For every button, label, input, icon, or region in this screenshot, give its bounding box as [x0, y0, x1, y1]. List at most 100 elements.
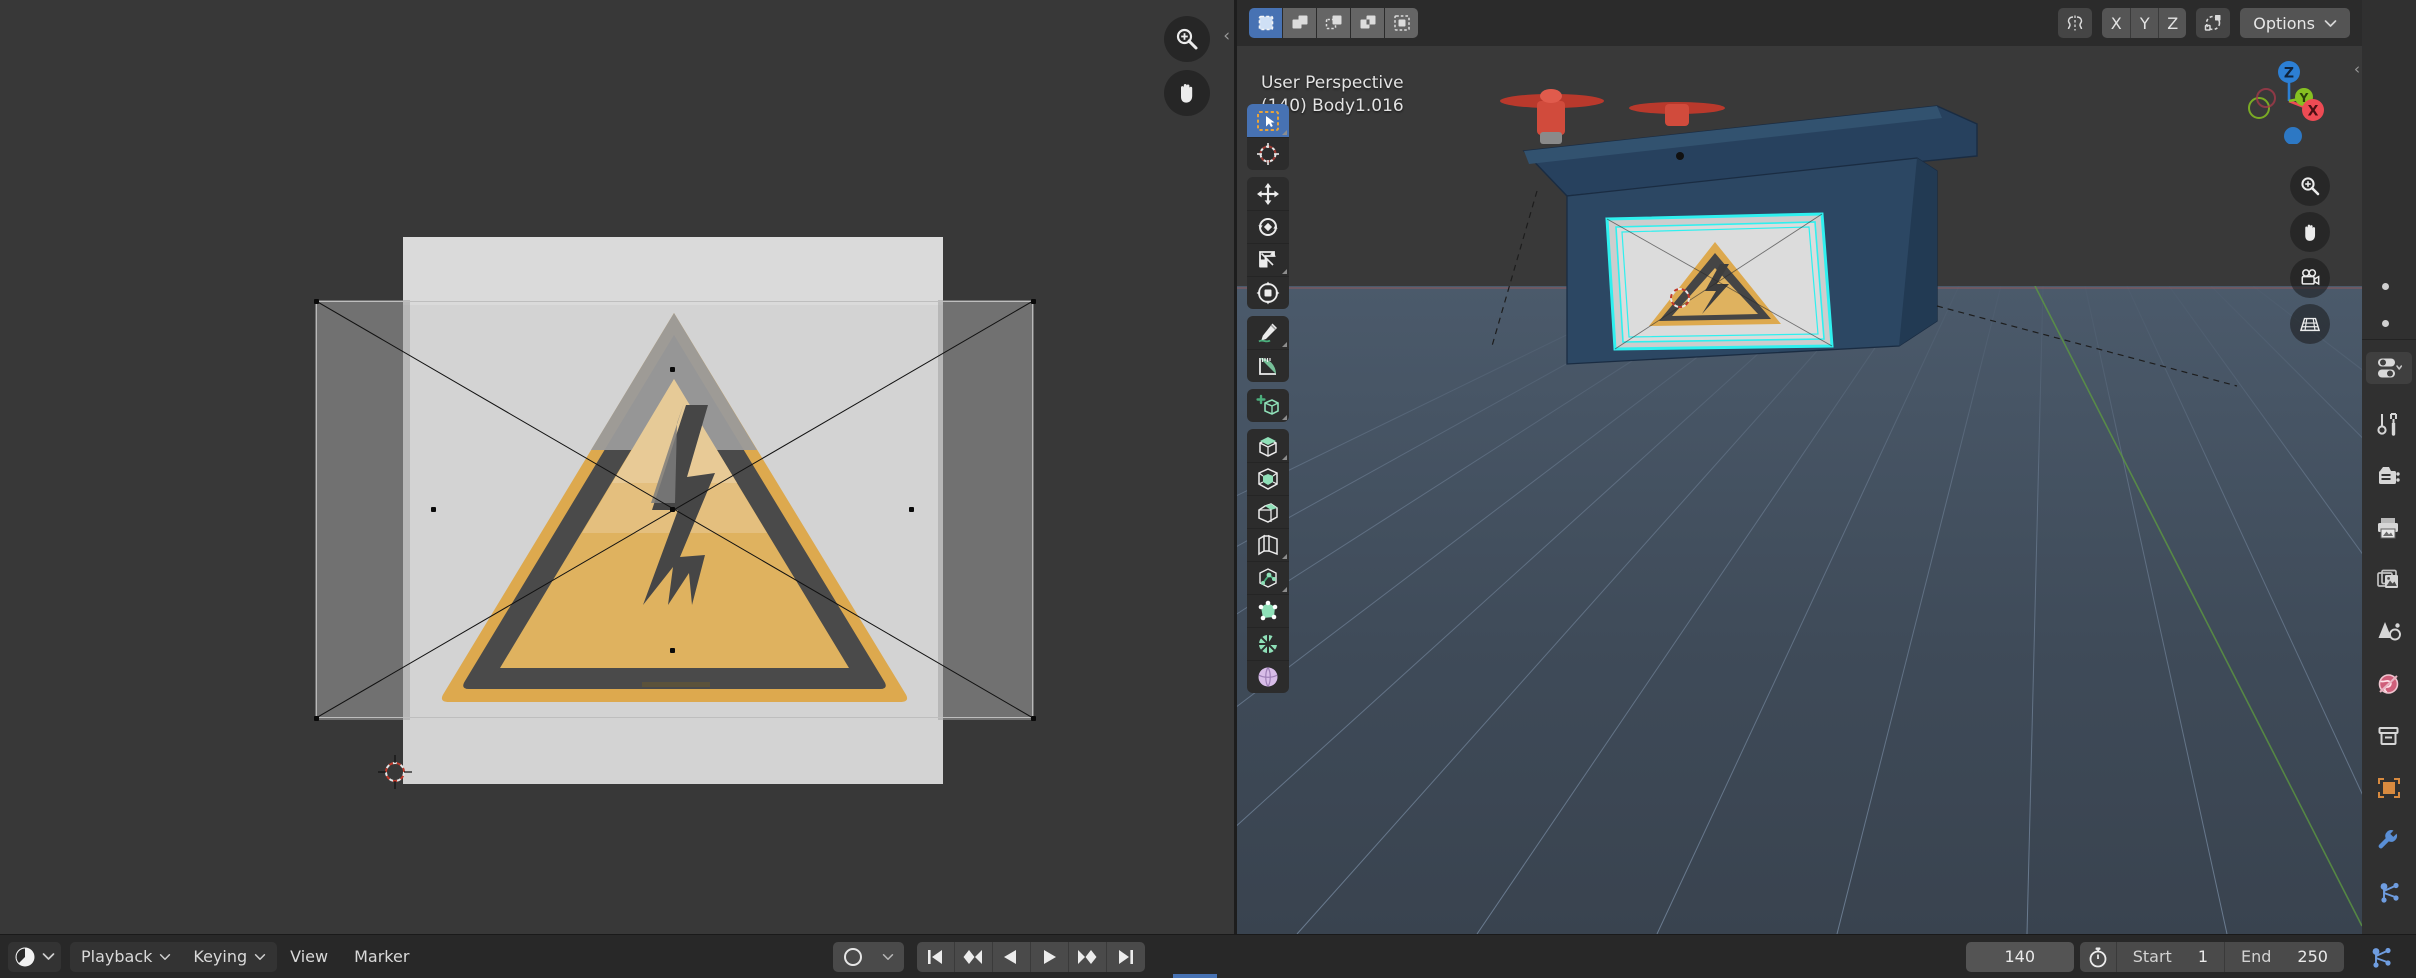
viewport-pan-icon[interactable]: [2290, 212, 2330, 252]
jump-start-icon[interactable]: [917, 941, 955, 972]
navigation-gizmo[interactable]: Z Y X: [2246, 58, 2332, 144]
timeline-clock-icon: [15, 947, 35, 966]
next-keyframe-icon[interactable]: [1069, 941, 1107, 972]
timeline-menu-view[interactable]: View: [277, 947, 341, 966]
uv-collapse-arrow-icon[interactable]: ‹: [1223, 28, 1230, 45]
tool-annotate[interactable]: [1247, 316, 1289, 349]
uv-midpoint[interactable]: [909, 507, 914, 512]
tool-add-cube[interactable]: [1247, 389, 1289, 422]
selected-mesh-object[interactable]: [1237, 46, 2362, 694]
mirror-axis-y[interactable]: Y: [2130, 8, 2159, 38]
viewport-scene[interactable]: User Perspective (140) Body1.016 Z Y X ‹: [1237, 46, 2362, 934]
timeline-menu-group: Playback Keying: [70, 941, 278, 972]
tool-cursor[interactable]: [1247, 137, 1289, 170]
tool-select-box[interactable]: [1247, 104, 1289, 137]
timeline-menu-playback-label: Playback: [81, 947, 153, 966]
properties-outliner-area[interactable]: [2362, 0, 2416, 340]
uv-vertex[interactable]: [1031, 299, 1036, 304]
uv-midpoint[interactable]: [670, 648, 675, 653]
tool-spin[interactable]: [1247, 627, 1289, 660]
uv-vertex[interactable]: [314, 299, 319, 304]
timeline-editor-type-button[interactable]: [8, 941, 61, 972]
tool-poly-build[interactable]: [1247, 594, 1289, 627]
frame-start-field[interactable]: Start 1: [2115, 941, 2224, 972]
2d-cursor-icon[interactable]: [378, 755, 412, 789]
prop-tab-tool[interactable]: [2362, 398, 2416, 450]
uv-canvas[interactable]: [0, 0, 1234, 934]
tool-transform[interactable]: [1247, 276, 1289, 309]
select-mode-set[interactable]: [1249, 8, 1282, 38]
frame-range-group: Start 1 End 250: [2079, 941, 2344, 972]
toolbar-group-transform: [1247, 177, 1289, 309]
prop-tab-output[interactable]: [2362, 502, 2416, 554]
uv-vertex[interactable]: [314, 716, 319, 721]
select-mode-invert[interactable]: [1351, 8, 1384, 38]
tool-submenu-indicator: [1282, 130, 1287, 135]
editor-type-selector[interactable]: [2366, 352, 2412, 384]
prev-keyframe-icon[interactable]: [955, 941, 993, 972]
prop-tab-object[interactable]: [2362, 762, 2416, 814]
mirror-axis-z[interactable]: Z: [2158, 8, 2187, 38]
prop-tab-modifiers[interactable]: [2362, 814, 2416, 866]
outliner-dot[interactable]: [2382, 320, 2389, 327]
current-frame-field[interactable]: 140: [1965, 941, 2074, 972]
frame-end-field[interactable]: End 250: [2224, 941, 2344, 972]
prop-tab-particles[interactable]: [2362, 866, 2416, 918]
viewport-camera-icon[interactable]: [2290, 258, 2330, 298]
tool-knife[interactable]: [1247, 561, 1289, 594]
uv-center-point[interactable]: [670, 507, 675, 512]
viewport-grid-icon[interactable]: [2290, 304, 2330, 344]
tool-smooth[interactable]: [1247, 660, 1289, 693]
tool-move[interactable]: [1247, 177, 1289, 210]
viewport-zoom-icon[interactable]: [2290, 166, 2330, 206]
viewport-collapse-arrow-icon[interactable]: ‹: [2354, 60, 2360, 78]
timeline-menu-playback[interactable]: Playback: [70, 942, 182, 972]
tool-extrude-region[interactable]: [1247, 429, 1289, 462]
mirror-axis-x[interactable]: X: [2102, 8, 2131, 38]
play-reverse-icon[interactable]: [993, 941, 1031, 972]
uv-midpoint[interactable]: [670, 367, 675, 372]
timeline-particles-node-icon[interactable]: [2354, 935, 2408, 978]
viewport-header-right: X Y Z Options: [2058, 8, 2350, 38]
tool-submenu-indicator: [1282, 554, 1287, 559]
3d-viewport[interactable]: X Y Z Options User Perspective (140) Bod…: [1237, 0, 2362, 934]
toolbar-group-add: [1247, 389, 1289, 422]
uv-midpoint[interactable]: [431, 507, 436, 512]
prop-tab-view-layer[interactable]: [2362, 554, 2416, 606]
prop-tab-collection[interactable]: [2362, 710, 2416, 762]
tool-scale[interactable]: [1247, 243, 1289, 276]
timeline-transport-area: [832, 941, 1145, 972]
tool-rotate[interactable]: [1247, 210, 1289, 243]
uv-vertex[interactable]: [1031, 716, 1036, 721]
tool-bevel[interactable]: [1247, 495, 1289, 528]
select-mode-subtract[interactable]: [1317, 8, 1350, 38]
play-icon[interactable]: [1031, 941, 1069, 972]
jump-end-icon[interactable]: [1107, 942, 1145, 972]
uv-editor[interactable]: ‹: [0, 0, 1234, 934]
tool-loop-cut[interactable]: [1247, 528, 1289, 561]
chevron-down-icon: [160, 953, 171, 960]
select-mode-intersect[interactable]: [1385, 8, 1418, 38]
prop-tab-world[interactable]: [2362, 658, 2416, 710]
mirror-icon[interactable]: [2058, 8, 2093, 38]
timeline-menu-marker[interactable]: Marker: [341, 947, 422, 966]
tool-measure[interactable]: [1247, 349, 1289, 382]
timeline-menu-keying[interactable]: Keying: [182, 942, 277, 972]
zoom-in-icon[interactable]: [1164, 16, 1210, 62]
proportional-editing-icon[interactable]: [2196, 8, 2231, 38]
prop-tab-render[interactable]: [2362, 450, 2416, 502]
hand-pan-icon[interactable]: [1164, 70, 1210, 116]
stopwatch-icon[interactable]: [2080, 942, 2116, 972]
properties-editor[interactable]: [2362, 0, 2416, 934]
options-dropdown[interactable]: Options: [2240, 8, 2350, 38]
prop-tab-scene[interactable]: [2362, 606, 2416, 658]
auto-keyframe-record-icon[interactable]: [833, 942, 873, 972]
timeline-editor[interactable]: Playback Keying View Marker 140 Start 1 …: [0, 934, 2416, 978]
auto-keyframe-chevron-icon[interactable]: [873, 942, 904, 972]
tool-inset-faces[interactable]: [1247, 462, 1289, 495]
outliner-dot[interactable]: [2382, 283, 2389, 290]
select-mode-extend[interactable]: [1283, 8, 1316, 38]
toolbar-group-mesh: [1247, 429, 1289, 693]
toolbar-group-annotate: [1247, 316, 1289, 382]
timeline-playhead[interactable]: [1173, 974, 1217, 978]
